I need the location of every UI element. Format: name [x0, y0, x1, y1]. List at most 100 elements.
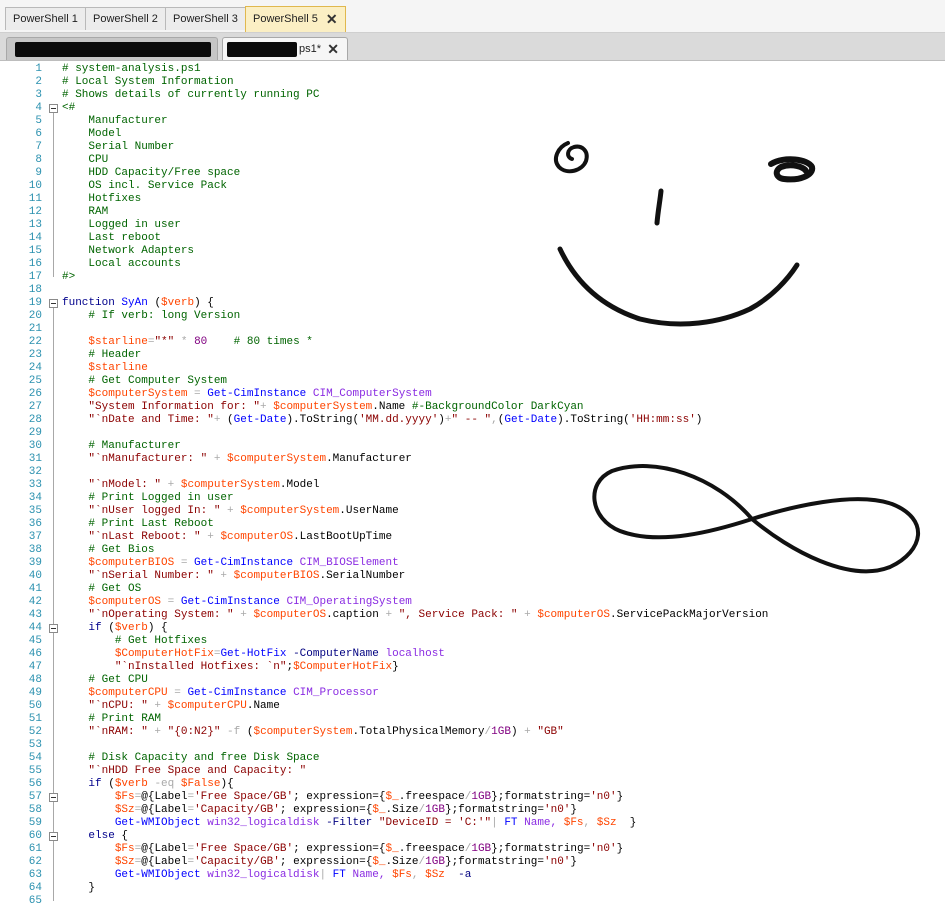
code-line[interactable]: if ($verb) {: [62, 622, 167, 635]
code-line[interactable]: # Get Bios: [62, 544, 154, 557]
code-line[interactable]: $computerBIOS = Get-CimInstance CIM_BIOS…: [62, 557, 398, 570]
code-line[interactable]: # Print RAM: [62, 713, 161, 726]
code-line[interactable]: else {: [62, 830, 128, 843]
code-token: $computerBIOS: [88, 557, 175, 569]
code-line[interactable]: # Get CPU: [62, 674, 147, 687]
code-line[interactable]: Hotfixes: [62, 193, 141, 206]
code-line[interactable]: CPU: [62, 154, 108, 167]
code-line[interactable]: RAM: [62, 206, 108, 219]
code-line[interactable]: # Manufacturer: [62, 440, 180, 453]
line-number: 51: [28, 713, 42, 725]
code-line[interactable]: $starline="*" * 80 # 80 times *: [62, 336, 312, 349]
code-line[interactable]: # If verb: long Version: [62, 310, 240, 323]
code-token: # Get Hotfixes: [114, 635, 208, 647]
code-token: @{: [141, 791, 155, 803]
fold-toggle-icon[interactable]: [49, 832, 58, 841]
code-line[interactable]: # Shows details of currently running PC: [62, 89, 319, 102]
code-line[interactable]: "`nRAM: " + "{0:N2}" -f ($computerSystem…: [62, 726, 563, 739]
fold-toggle-icon[interactable]: [49, 793, 58, 802]
code-line[interactable]: "`nUser logged In: " + $computerSystem.U…: [62, 505, 398, 518]
session-tab-powershell-2[interactable]: PowerShell 2: [85, 7, 166, 30]
code-line[interactable]: if ($verb -eq $False){: [62, 778, 233, 791]
code-line[interactable]: # Get Hotfixes: [62, 635, 207, 648]
code-line[interactable]: # Local System Information: [62, 76, 234, 89]
code-token: =: [161, 596, 181, 608]
code-line[interactable]: "`nLast Reboot: " + $computerOS.LastBoot…: [62, 531, 392, 544]
code-line[interactable]: $Fs=@{Label='Free Space/GB'; expression=…: [62, 843, 623, 856]
code-line[interactable]: Network Adapters: [62, 245, 194, 258]
code-line[interactable]: "`nModel: " + $computerSystem.Model: [62, 479, 319, 492]
code-line[interactable]: # Print Logged in user: [62, 492, 233, 505]
line-number: 42: [28, 596, 42, 608]
session-tab-powershell-5[interactable]: PowerShell 5 ✕: [245, 6, 346, 32]
file-tab-1[interactable]: [6, 37, 218, 60]
code-token: ): [695, 414, 703, 426]
code-line[interactable]: "`nHDD Free Space and Capacity: ": [62, 765, 306, 778]
line-number: 18: [28, 284, 42, 296]
code-line[interactable]: # Print Last Reboot: [62, 518, 213, 531]
code-line[interactable]: # Disk Capacity and free Disk Space: [62, 752, 319, 765]
code-line[interactable]: "`nInstalled Hotfixes: `n";$ComputerHotF…: [62, 661, 399, 674]
code-token: # Disk Capacity and free Disk Space: [88, 752, 320, 764]
code-line[interactable]: Get-WMIObject win32_logicaldisk| FT Name…: [62, 869, 472, 882]
code-token: 1GB: [471, 791, 492, 803]
code-token: $computerSystem: [88, 388, 188, 400]
code-token: .Size: [385, 856, 419, 868]
code-token: .freespace: [398, 843, 465, 855]
code-token: Get-Date: [233, 414, 287, 426]
code-line[interactable]: Manufacturer: [62, 115, 167, 128]
code-line[interactable]: "`nCPU: " + $computerCPU.Name: [62, 700, 279, 713]
code-line[interactable]: # Get OS: [62, 583, 141, 596]
code-token: Get-CimInstance: [180, 596, 280, 608]
code-token: +: [233, 609, 254, 621]
code-line[interactable]: <#: [62, 102, 75, 115]
fold-toggle-icon[interactable]: [49, 104, 58, 113]
code-line[interactable]: $starline: [62, 362, 147, 375]
code-line[interactable]: HDD Capacity/Free space: [62, 167, 240, 180]
code-line[interactable]: "`nDate and Time: "+ (Get-Date).ToString…: [62, 414, 702, 427]
code-line[interactable]: # Header: [62, 349, 141, 362]
code-token: ,: [583, 817, 597, 829]
fold-toggle-icon[interactable]: [49, 624, 58, 633]
file-tab-2[interactable]: ps1* ✕: [222, 37, 348, 60]
code-line[interactable]: Last reboot: [62, 232, 161, 245]
code-line[interactable]: $computerSystem = Get-CimInstance CIM_Co…: [62, 388, 431, 401]
code-token: ,: [491, 414, 498, 426]
code-token: Label: [154, 843, 188, 855]
code-line[interactable]: #>: [62, 271, 75, 284]
code-token: $verb: [114, 778, 148, 790]
code-line[interactable]: "System Information for: "+ $computerSys…: [62, 401, 583, 414]
code-line[interactable]: function SyAn ($verb) {: [62, 297, 214, 310]
close-icon[interactable]: ✕: [326, 7, 338, 32]
code-line[interactable]: Serial Number: [62, 141, 174, 154]
code-line[interactable]: # Get Computer System: [62, 375, 227, 388]
code-line[interactable]: $computerOS = Get-CimInstance CIM_Operat…: [62, 596, 412, 609]
fold-toggle-icon[interactable]: [49, 299, 58, 308]
code-line[interactable]: Model: [62, 128, 121, 141]
code-line[interactable]: Logged in user: [62, 219, 180, 232]
code-line[interactable]: $ComputerHotFix=Get-HotFix -ComputerName…: [62, 648, 445, 661]
code-line[interactable]: }: [62, 882, 95, 895]
session-tab-powershell-1[interactable]: PowerShell 1: [5, 7, 86, 30]
code-line[interactable]: OS incl. Service Pack: [62, 180, 227, 193]
script-editor[interactable]: 1 2 3 4 5 6 7 8 9 10 11 12 13 14 15 16 17 18 19 20 21 22 23 24 2…: [0, 61, 945, 912]
code-line[interactable]: $Sz=@{Label='Capacity/GB'; expression={$…: [62, 856, 577, 869]
code-token: $Fs: [114, 791, 135, 803]
code-line[interactable]: $Sz=@{Label='Capacity/GB'; expression={$…: [62, 804, 577, 817]
code-token: .SerialNumber: [319, 570, 406, 582]
code-line[interactable]: # system-analysis.ps1: [62, 63, 201, 76]
code-line[interactable]: $Fs=@{Label='Free Space/GB'; expression=…: [62, 791, 623, 804]
smiley-left-eye: [554, 141, 589, 174]
code-line[interactable]: "`nOperating System: " + $computerOS.cap…: [62, 609, 768, 622]
close-icon[interactable]: ✕: [327, 38, 339, 60]
code-line[interactable]: "`nManufacturer: " + $computerSystem.Man…: [62, 453, 412, 466]
code-line[interactable]: Local accounts: [62, 258, 180, 271]
code-token: Get-HotFix: [220, 648, 287, 660]
code-line[interactable]: Get-WMIObject win32_logicaldisk -Filter …: [62, 817, 637, 830]
code-line[interactable]: "`nSerial Number: " + $computerBIOS.Seri…: [62, 570, 405, 583]
session-tab-powershell-3[interactable]: PowerShell 3: [165, 7, 246, 30]
code-line[interactable]: $computerCPU = Get-CimInstance CIM_Proce…: [62, 687, 378, 700]
